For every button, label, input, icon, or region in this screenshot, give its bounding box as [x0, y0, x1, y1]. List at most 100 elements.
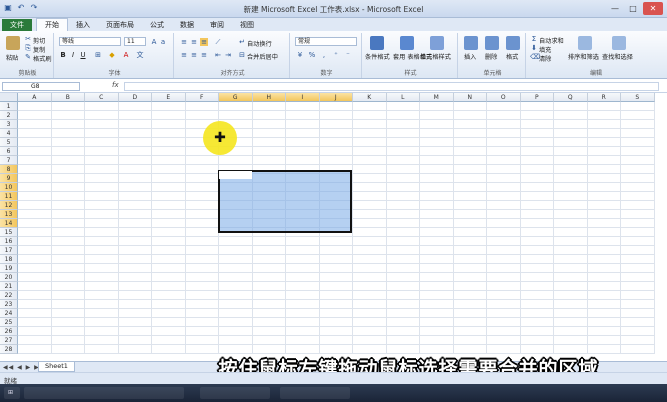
- row-header-15[interactable]: 15: [0, 228, 18, 237]
- row-header-16[interactable]: 16: [0, 237, 18, 246]
- sort-filter-button[interactable]: 排序和筛选: [568, 52, 599, 61]
- row-header-13[interactable]: 13: [0, 210, 18, 219]
- column-header-e[interactable]: E: [152, 93, 186, 102]
- align-right-icon[interactable]: ≡: [200, 51, 208, 59]
- selected-range[interactable]: [218, 170, 352, 233]
- cut-button[interactable]: 剪切: [33, 36, 45, 45]
- increase-decimal-icon[interactable]: ⁺: [332, 51, 340, 59]
- column-header-k[interactable]: K: [353, 93, 387, 102]
- column-header-j[interactable]: J: [319, 93, 353, 102]
- comma-icon[interactable]: ,: [320, 51, 328, 59]
- decrease-decimal-icon[interactable]: ⁻: [344, 51, 352, 59]
- row-header-14[interactable]: 14: [0, 219, 18, 228]
- decrease-indent-icon[interactable]: ⇤: [214, 51, 222, 59]
- delete-cells-button[interactable]: 删除: [485, 52, 497, 61]
- maximize-icon[interactable]: □: [625, 2, 641, 15]
- start-icon[interactable]: ⊞: [4, 387, 20, 399]
- taskbar-item[interactable]: [200, 387, 270, 399]
- border-icon[interactable]: ⊞: [94, 51, 102, 59]
- paste-icon[interactable]: [6, 36, 20, 50]
- format-cells-button[interactable]: 格式: [506, 52, 518, 61]
- row-header-21[interactable]: 21: [0, 282, 18, 291]
- column-header-i[interactable]: I: [286, 93, 320, 102]
- column-header-m[interactable]: M: [420, 93, 454, 102]
- row-header-12[interactable]: 12: [0, 201, 18, 210]
- wrap-text-button[interactable]: 自动换行: [247, 39, 272, 48]
- phonetic-icon[interactable]: 文: [136, 51, 144, 59]
- align-bottom-icon[interactable]: ≡: [200, 38, 208, 46]
- column-header-s[interactable]: S: [621, 93, 655, 102]
- paste-button[interactable]: 粘贴: [6, 53, 18, 62]
- align-top-icon[interactable]: ≡: [180, 38, 188, 46]
- row-header-4[interactable]: 4: [0, 129, 18, 138]
- italic-icon[interactable]: I: [69, 51, 77, 59]
- row-header-19[interactable]: 19: [0, 264, 18, 273]
- row-header-3[interactable]: 3: [0, 120, 18, 129]
- row-header-26[interactable]: 26: [0, 327, 18, 336]
- row-header-9[interactable]: 9: [0, 174, 18, 183]
- row-header-8[interactable]: 8: [0, 165, 18, 174]
- merge-center-button[interactable]: 合并后居中: [247, 52, 278, 61]
- orientation-icon[interactable]: ⟋: [214, 38, 222, 46]
- row-header-20[interactable]: 20: [0, 273, 18, 282]
- column-header-b[interactable]: B: [51, 93, 85, 102]
- row-header-11[interactable]: 11: [0, 192, 18, 201]
- fill-button[interactable]: 填充: [539, 45, 551, 54]
- tab-data[interactable]: 数据: [172, 19, 202, 31]
- font-color-icon[interactable]: A: [122, 51, 130, 59]
- increase-indent-icon[interactable]: ⇥: [224, 51, 232, 59]
- underline-icon[interactable]: U: [79, 51, 87, 59]
- row-header-17[interactable]: 17: [0, 246, 18, 255]
- percent-icon[interactable]: %: [308, 51, 316, 59]
- find-select-button[interactable]: 查找和选择: [602, 52, 633, 61]
- formula-input[interactable]: [124, 82, 659, 91]
- select-all-corner[interactable]: [0, 93, 18, 102]
- column-header-o[interactable]: O: [487, 93, 521, 102]
- close-icon[interactable]: ✕: [643, 2, 663, 15]
- row-header-1[interactable]: 1: [0, 102, 18, 111]
- insert-cells-button[interactable]: 插入: [464, 52, 476, 61]
- tab-review[interactable]: 审阅: [202, 19, 232, 31]
- active-cell[interactable]: [219, 171, 252, 179]
- align-center-icon[interactable]: ≡: [190, 51, 198, 59]
- taskbar-item[interactable]: [24, 387, 184, 399]
- row-header-23[interactable]: 23: [0, 300, 18, 309]
- column-header-r[interactable]: R: [587, 93, 621, 102]
- column-header-p[interactable]: P: [520, 93, 554, 102]
- font-size-select[interactable]: 11: [124, 37, 146, 46]
- cell-styles-button[interactable]: 单元格样式: [420, 52, 451, 61]
- column-header-d[interactable]: D: [118, 93, 152, 102]
- taskbar-item[interactable]: [280, 387, 350, 399]
- number-format-select[interactable]: 常规: [295, 37, 357, 46]
- column-header-n[interactable]: N: [453, 93, 487, 102]
- tab-insert[interactable]: 插入: [68, 19, 98, 31]
- format-painter-button[interactable]: 格式刷: [33, 54, 52, 63]
- column-header-q[interactable]: Q: [554, 93, 588, 102]
- column-header-c[interactable]: C: [85, 93, 119, 102]
- column-header-a[interactable]: A: [18, 93, 52, 102]
- tab-home[interactable]: 开始: [36, 18, 68, 31]
- row-header-28[interactable]: 28: [0, 345, 18, 354]
- minimize-icon[interactable]: —: [607, 2, 623, 15]
- align-left-icon[interactable]: ≡: [180, 51, 188, 59]
- bold-icon[interactable]: B: [59, 51, 67, 59]
- row-header-6[interactable]: 6: [0, 147, 18, 156]
- row-header-2[interactable]: 2: [0, 111, 18, 120]
- row-header-22[interactable]: 22: [0, 291, 18, 300]
- spreadsheet-grid[interactable]: ABCDEFGHIJKLMNOPQRS 1 2 3 4 5 6 7 8 9 10 11 12 13 14 1…: [0, 93, 667, 361]
- tab-page-layout[interactable]: 页面布局: [98, 19, 142, 31]
- shrink-font-icon[interactable]: a: [159, 38, 167, 46]
- name-box[interactable]: G8: [2, 82, 80, 91]
- align-middle-icon[interactable]: ≡: [190, 38, 198, 46]
- column-header-l[interactable]: L: [386, 93, 420, 102]
- font-name-select[interactable]: 等线: [59, 37, 121, 46]
- clear-button[interactable]: 清除: [539, 54, 551, 63]
- row-header-7[interactable]: 7: [0, 156, 18, 165]
- column-header-f[interactable]: F: [185, 93, 219, 102]
- grow-font-icon[interactable]: A: [150, 38, 158, 46]
- autosum-button[interactable]: 自动求和: [539, 36, 564, 45]
- row-header-25[interactable]: 25: [0, 318, 18, 327]
- tab-file[interactable]: 文件: [2, 19, 32, 31]
- currency-icon[interactable]: ¥: [296, 51, 304, 59]
- conditional-format-button[interactable]: 条件格式: [365, 52, 390, 61]
